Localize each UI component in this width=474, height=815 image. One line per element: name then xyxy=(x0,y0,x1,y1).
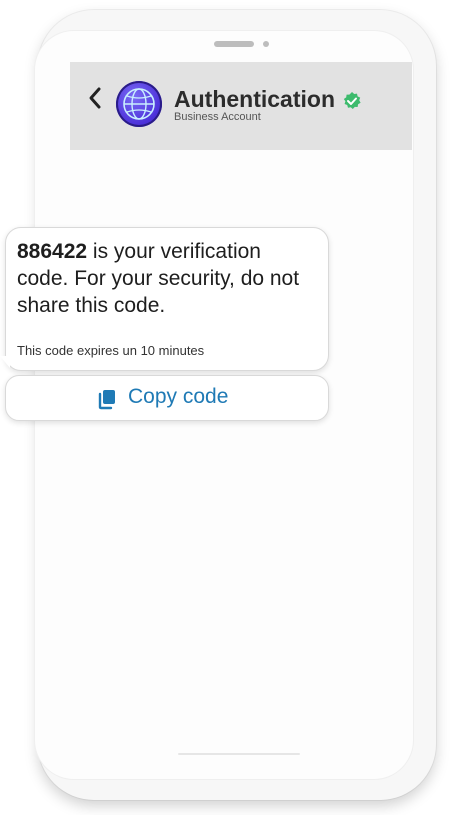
home-indicator[interactable] xyxy=(178,753,300,755)
speaker-grille xyxy=(214,41,254,47)
chat-subtitle: Business Account xyxy=(174,111,261,123)
verification-code[interactable]: 886422 xyxy=(17,240,87,263)
copy-code-label: Copy code xyxy=(128,385,229,408)
message-text: 886422 is your verification code. For yo… xyxy=(17,238,317,319)
verified-badge-icon xyxy=(342,91,362,111)
globe-icon[interactable] xyxy=(116,81,162,127)
copy-code-button[interactable]: Copy code xyxy=(5,375,329,421)
chevron-left-icon[interactable] xyxy=(88,86,102,116)
copy-icon xyxy=(96,388,118,410)
message-bubble-tail xyxy=(0,356,10,368)
chat-title: Authentication xyxy=(174,86,335,112)
front-camera xyxy=(263,41,269,47)
expiry-note: This code expires un 10 minutes xyxy=(17,343,205,358)
